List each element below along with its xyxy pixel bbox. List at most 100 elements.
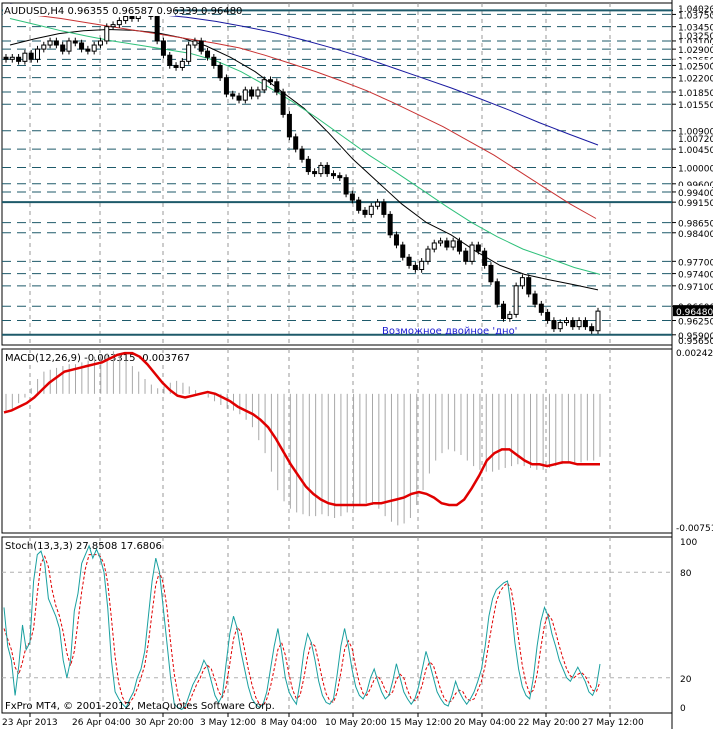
candle-body (299, 148, 305, 160)
candle-body (116, 20, 122, 26)
x-tick-label: 30 Apr 20:00 (135, 718, 194, 728)
candle-body (519, 277, 525, 287)
candle-body (595, 310, 601, 332)
candle-body (110, 24, 116, 28)
candle-body (211, 56, 217, 66)
candle-body (482, 250, 488, 266)
candle-body (91, 44, 97, 52)
price-grid-tick: 1.00720 (678, 135, 713, 145)
candle-body (545, 311, 551, 322)
x-tick-label: 23 Apr 2013 (2, 718, 58, 728)
candle-body (217, 64, 223, 79)
candle-body (205, 50, 211, 58)
candle-body (123, 15, 129, 22)
candle-body (431, 242, 437, 250)
candle-body (47, 40, 53, 46)
candle-body (198, 40, 204, 52)
candle-body (513, 285, 519, 315)
candle-body (249, 89, 255, 97)
candle-body (375, 201, 381, 207)
double-bottom-annotation: Возможное двойное 'дно' (382, 326, 517, 337)
candle-body (444, 240, 450, 248)
candle-body (173, 64, 179, 68)
stoch-tick: 80 (680, 569, 692, 579)
candle-body (154, 15, 160, 42)
candle-body (494, 281, 500, 305)
level-label: 0.97700 (678, 258, 713, 268)
chart-root: 1.038501.037501.034501.031001.029001.026… (0, 0, 713, 729)
candle-body (475, 244, 481, 252)
candle-body (343, 177, 349, 195)
candle-body (318, 164, 324, 175)
stoch-tick: 20 (680, 675, 692, 685)
x-tick-label: 8 May 04:00 (261, 718, 317, 728)
x-tick-label: 10 May 20:00 (325, 718, 387, 728)
level-label: 0.99150 (678, 199, 713, 209)
candle-body (179, 60, 185, 68)
x-tick-label: 15 May 12:00 (390, 718, 452, 728)
chart-canvas: 1.038501.037501.034501.031001.029001.026… (1, 0, 713, 729)
candle-body (456, 240, 462, 252)
stoch-title: Stoch(13,3,3) 27.8508 17.6806 (5, 541, 162, 552)
level-label: 0.96250 (678, 318, 713, 328)
candle-body (280, 91, 286, 115)
candle-body (425, 248, 431, 262)
stoch-tick: 100 (680, 538, 697, 548)
candle-body (3, 56, 9, 60)
candle-body (564, 320, 570, 324)
candle-body (526, 277, 532, 295)
candle-body (223, 77, 229, 95)
candle-body (186, 44, 192, 62)
level-label: 1.00000 (678, 164, 713, 174)
price-axis-top: 1.04020 (678, 5, 713, 15)
candle-body (9, 56, 15, 60)
candle-body (79, 42, 85, 50)
candle-body (293, 136, 299, 150)
candle-body (469, 244, 475, 262)
price-grid-tick: 1.03250 (678, 32, 713, 42)
candle-body (356, 199, 362, 211)
candle-body (28, 52, 34, 60)
stoch-tick: 0 (680, 704, 686, 714)
price-axis-bottom: 0.95650 (678, 337, 713, 347)
candle-body (261, 79, 267, 91)
x-tick-label: 27 May 12:00 (582, 718, 644, 728)
candle-body (387, 213, 393, 236)
candle-body (192, 40, 198, 46)
level-label: 0.97400 (678, 271, 713, 281)
candle-body (66, 40, 72, 52)
candle-body (274, 81, 280, 93)
candle-body (330, 173, 336, 177)
watermark: FxPro MT4, © 2001-2012, MetaQuotes Softw… (5, 701, 275, 712)
current-price-label: 0.96480 (676, 308, 713, 318)
level-label: 1.02200 (678, 75, 713, 85)
candle-body (463, 250, 469, 262)
stoch-panel (1, 536, 673, 714)
x-tick-label: 3 May 12:00 (200, 718, 256, 728)
level-label: 0.98400 (678, 230, 713, 240)
candle-body (22, 52, 28, 62)
candle-body (532, 293, 538, 305)
candle-body (167, 54, 173, 66)
price-title: AUDUSD,H4 0.96355 0.96587 0.96339 0.9648… (4, 6, 242, 17)
candle-body (576, 320, 582, 328)
candle-body (242, 89, 248, 101)
candle-body (406, 256, 412, 266)
level-label: 1.01550 (678, 101, 713, 111)
candle-body (160, 40, 166, 56)
candle-body (305, 158, 311, 173)
macd-tick-bottom: -0.00751 (676, 524, 713, 534)
level-label: 1.01850 (678, 89, 713, 99)
candle-body (34, 48, 40, 60)
candle-body (582, 320, 588, 328)
macd-tick-top: 0.002422 (676, 349, 713, 359)
candle-body (488, 264, 494, 283)
candle-body (286, 113, 292, 138)
candle-body (97, 40, 103, 46)
price-panel (1, 2, 673, 346)
candle-body (255, 89, 261, 97)
candle-body (16, 56, 22, 62)
candle-body (393, 234, 399, 246)
candle-body (419, 260, 425, 270)
candle-body (438, 240, 444, 244)
